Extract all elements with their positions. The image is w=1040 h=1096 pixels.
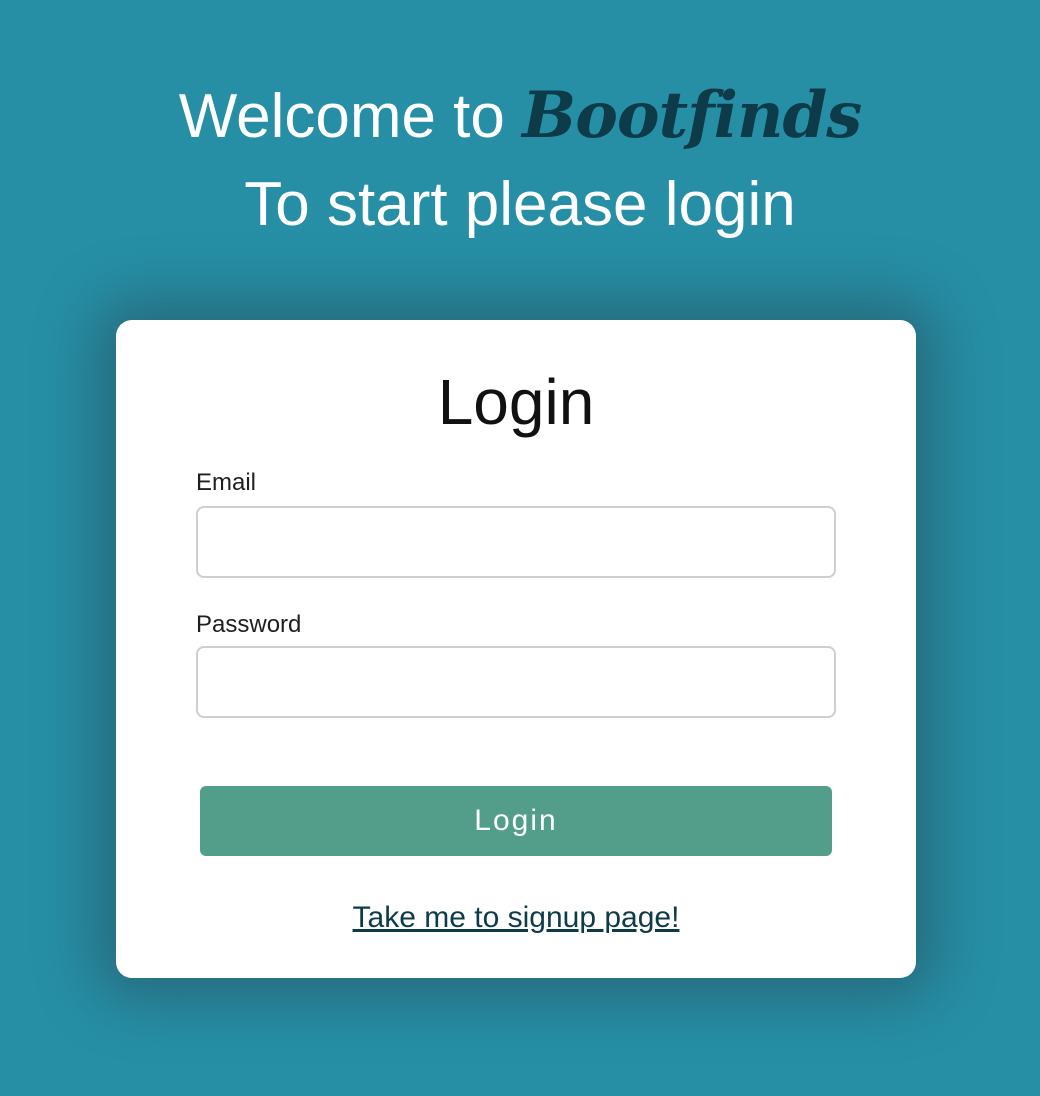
welcome-text: Welcome to	[178, 82, 523, 151]
password-field[interactable]	[196, 646, 836, 718]
hero-heading: Welcome to Bootfinds To start please log…	[0, 72, 1040, 249]
brand-logo: Bootfinds	[522, 78, 862, 153]
login-page: Welcome to Bootfinds To start please log…	[0, 0, 1040, 1096]
password-label: Password	[196, 611, 302, 638]
login-button[interactable]: Login	[200, 786, 832, 856]
signup-link[interactable]: Take me to signup page!	[116, 898, 916, 938]
email-field[interactable]	[196, 506, 836, 578]
welcome-heading: Welcome to Bootfinds	[0, 72, 1040, 161]
login-instruction: To start please login	[244, 170, 796, 239]
email-label: Email	[196, 469, 257, 496]
login-title: Login	[437, 366, 595, 438]
login-card: Login Email Password Login Take me to si…	[116, 320, 916, 978]
